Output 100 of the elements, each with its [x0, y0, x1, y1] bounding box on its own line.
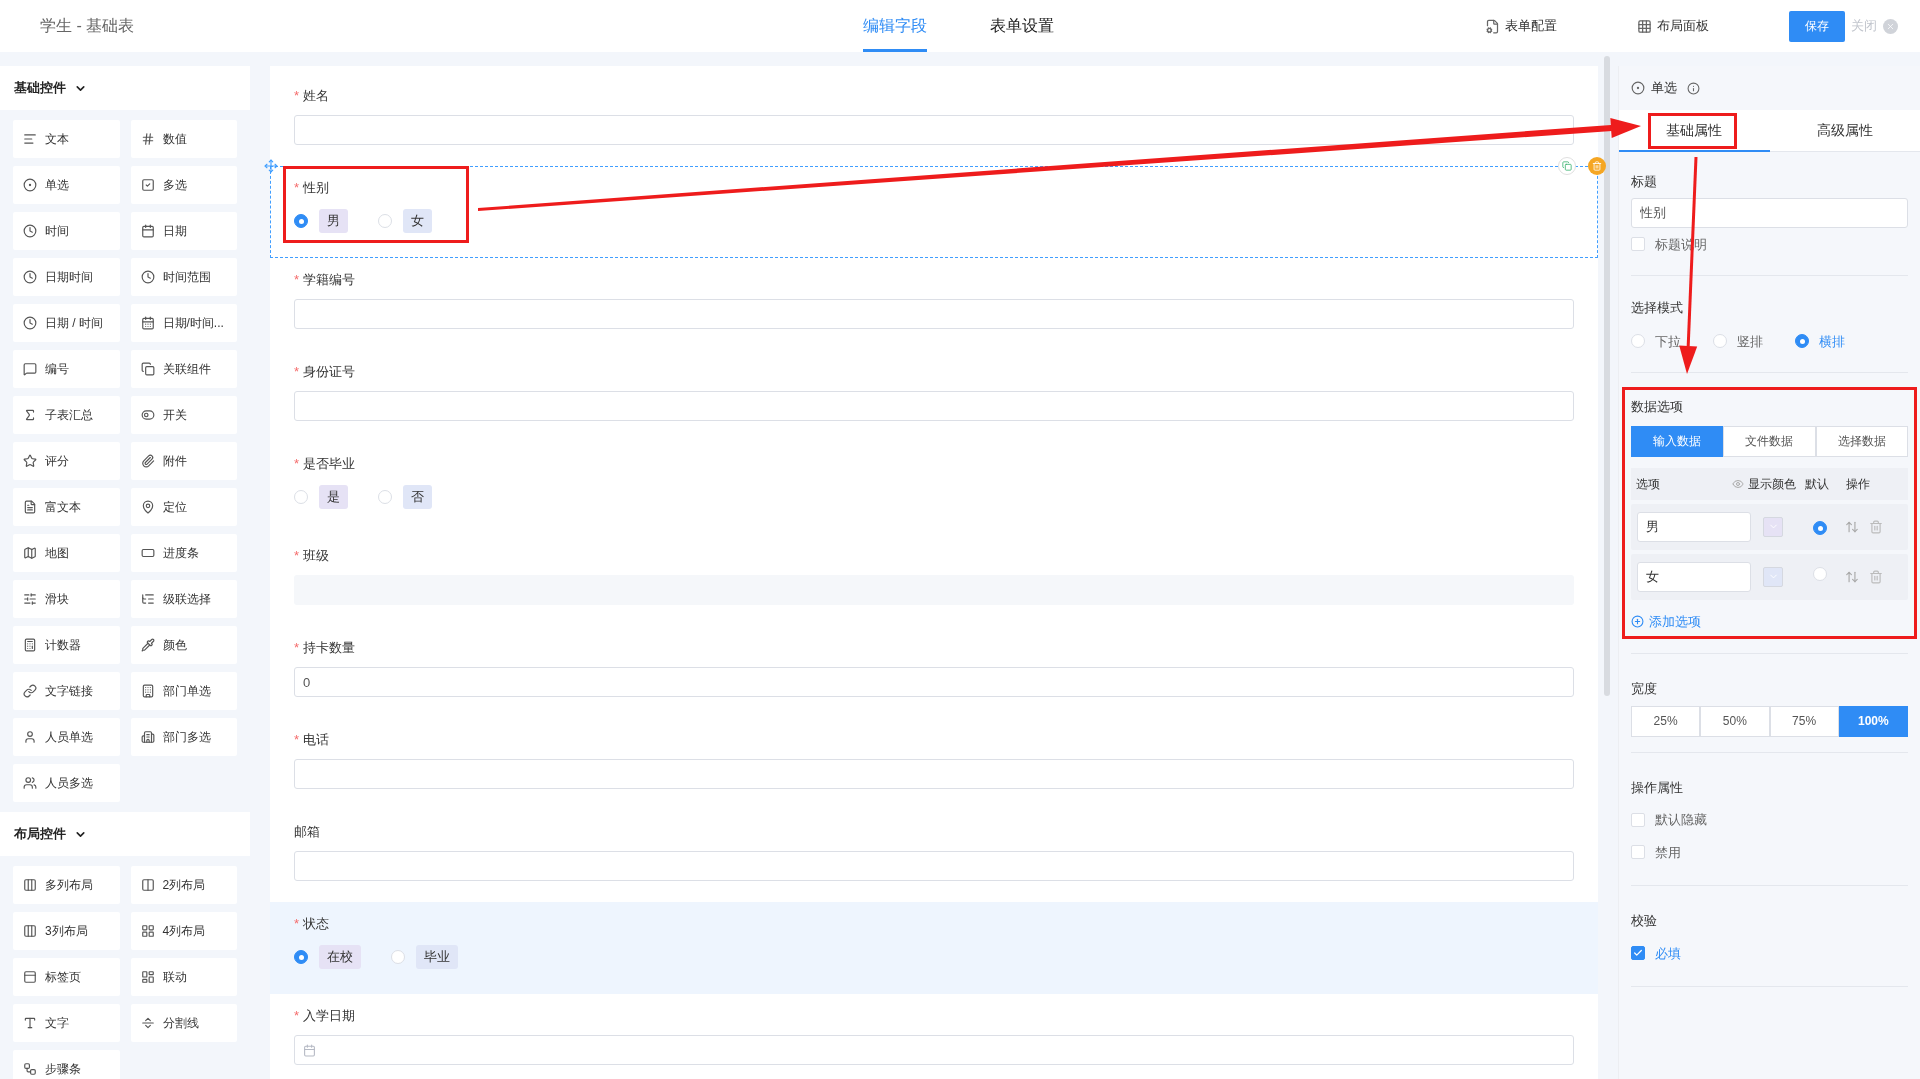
columns-icon — [23, 878, 37, 892]
field-label: 是否毕业 — [303, 455, 356, 474]
width-option[interactable]: 75% — [1769, 705, 1839, 737]
field-label: 持卡数量 — [303, 639, 356, 658]
close-icon — [1883, 18, 1898, 34]
component-item[interactable]: 多列布局 — [13, 866, 120, 904]
checkbox[interactable] — [1631, 946, 1645, 961]
component-item[interactable]: 3列布局 — [13, 912, 120, 950]
component-item[interactable]: 计数器 — [13, 626, 120, 664]
clock-icon — [23, 270, 37, 284]
radio-button[interactable] — [294, 214, 308, 228]
component-item[interactable]: 日期时间 — [13, 258, 120, 296]
scrollbar[interactable] — [1604, 56, 1610, 696]
width-option[interactable]: 50% — [1700, 705, 1770, 737]
toolbar-button[interactable]: 布局面板 — [1637, 16, 1709, 36]
color-swatch[interactable] — [1763, 566, 1783, 587]
component-item[interactable]: 人员单选 — [13, 718, 120, 756]
component-item[interactable]: 文字链接 — [13, 672, 120, 710]
text-field[interactable] — [294, 115, 1574, 145]
title-field[interactable]: 性别 — [1631, 197, 1908, 228]
component-item[interactable]: 人员多选 — [13, 764, 120, 802]
info-icon[interactable] — [1687, 81, 1700, 95]
text-field[interactable] — [294, 759, 1574, 789]
section-header[interactable]: 布局控件 — [0, 812, 250, 856]
column-header: 显示颜色 — [1748, 475, 1797, 493]
component-item[interactable]: 文本 — [13, 120, 120, 158]
component-item[interactable]: 文字 — [13, 1004, 120, 1042]
component-item[interactable]: 分割线 — [130, 1004, 237, 1042]
counter-icon — [23, 638, 37, 652]
component-item[interactable]: 编号 — [13, 350, 120, 388]
option-tag: 男 — [319, 209, 348, 233]
option-field[interactable]: 女 — [1637, 561, 1751, 592]
component-item[interactable]: 联动 — [130, 958, 237, 996]
section-label: 数据选项 — [1631, 398, 1684, 416]
delete-icon[interactable] — [1869, 569, 1883, 584]
tab[interactable]: 编辑字段 — [863, 0, 927, 52]
component-item[interactable]: 附件 — [130, 442, 237, 480]
move-handle-icon[interactable] — [264, 159, 278, 173]
field-label: 姓名 — [303, 87, 330, 106]
component-item[interactable]: 2列布局 — [130, 866, 237, 904]
component-item[interactable]: 步骤条 — [13, 1050, 120, 1079]
toolbar-button[interactable]: 表单配置 — [1485, 16, 1557, 36]
component-item[interactable]: 颜色 — [130, 626, 237, 664]
component-item[interactable]: 进度条 — [130, 534, 237, 572]
text-field[interactable]: 0 — [294, 667, 1574, 697]
component-item[interactable]: 级联选择 — [130, 580, 237, 618]
component-item[interactable]: 定位 — [130, 488, 237, 526]
tab[interactable]: 高级属性 — [1769, 110, 1920, 152]
segment-tab[interactable]: 选择数据 — [1815, 425, 1908, 457]
radio-button[interactable] — [1795, 334, 1809, 349]
component-item[interactable]: 多选 — [130, 166, 237, 204]
component-item[interactable]: 富文本 — [13, 488, 120, 526]
component-type: 单选 — [1651, 79, 1677, 98]
field-label: 电话 — [303, 731, 330, 750]
clock-icon — [23, 224, 37, 238]
sort-icon[interactable] — [1845, 569, 1859, 584]
text-field[interactable] — [294, 851, 1574, 881]
component-item[interactable]: 4列布局 — [130, 912, 237, 950]
text-field[interactable] — [294, 391, 1574, 421]
component-item[interactable]: 子表汇总 — [13, 396, 120, 434]
tab[interactable]: 表单设置 — [990, 0, 1054, 52]
section-header[interactable]: 基础控件 — [0, 66, 250, 110]
delete-icon[interactable] — [1588, 157, 1606, 175]
component-item[interactable]: 时间 — [13, 212, 120, 250]
list-tree-icon — [140, 592, 155, 606]
width-option[interactable]: 25% — [1631, 705, 1701, 737]
columns-icon — [23, 924, 37, 938]
required-mark: * — [294, 731, 300, 750]
component-item[interactable]: 评分 — [13, 442, 120, 480]
segment-tab[interactable]: 文件数据 — [1723, 425, 1816, 457]
component-item[interactable]: 滑块 — [13, 580, 120, 618]
option-field[interactable]: 男 — [1637, 511, 1751, 542]
plus-icon — [1631, 614, 1644, 628]
component-item[interactable]: 部门多选 — [130, 718, 237, 756]
component-item[interactable]: 单选 — [13, 166, 120, 204]
text-field[interactable] — [294, 299, 1574, 329]
component-item[interactable]: 部门单选 — [130, 672, 237, 710]
component-item[interactable]: 日期/时间... — [130, 304, 237, 342]
component-item[interactable]: 标签页 — [13, 958, 120, 996]
pipette-icon — [140, 638, 155, 652]
clock-icon — [140, 270, 155, 284]
component-item[interactable]: 开关 — [130, 396, 237, 434]
date-field[interactable] — [294, 1035, 1574, 1065]
component-item[interactable]: 日期 / 时间 — [13, 304, 120, 342]
section-label: 标题 — [1631, 173, 1658, 191]
radio-button[interactable] — [294, 950, 308, 964]
delete-icon[interactable] — [1869, 519, 1883, 534]
calendar-icon — [140, 224, 155, 238]
radio-button[interactable] — [1813, 521, 1827, 536]
component-item[interactable]: 关联组件 — [130, 350, 237, 388]
component-item[interactable]: 数值 — [130, 120, 237, 158]
color-swatch[interactable] — [1763, 516, 1783, 537]
sort-icon[interactable] — [1845, 519, 1859, 534]
checkbox-label: 默认隐藏 — [1655, 811, 1707, 829]
component-item[interactable]: 日期 — [130, 212, 237, 250]
component-item[interactable]: 地图 — [13, 534, 120, 572]
calendar-icon — [303, 1043, 316, 1057]
required-mark: * — [294, 1007, 300, 1026]
copy-icon[interactable] — [1558, 157, 1576, 175]
component-item[interactable]: 时间范围 — [130, 258, 237, 296]
